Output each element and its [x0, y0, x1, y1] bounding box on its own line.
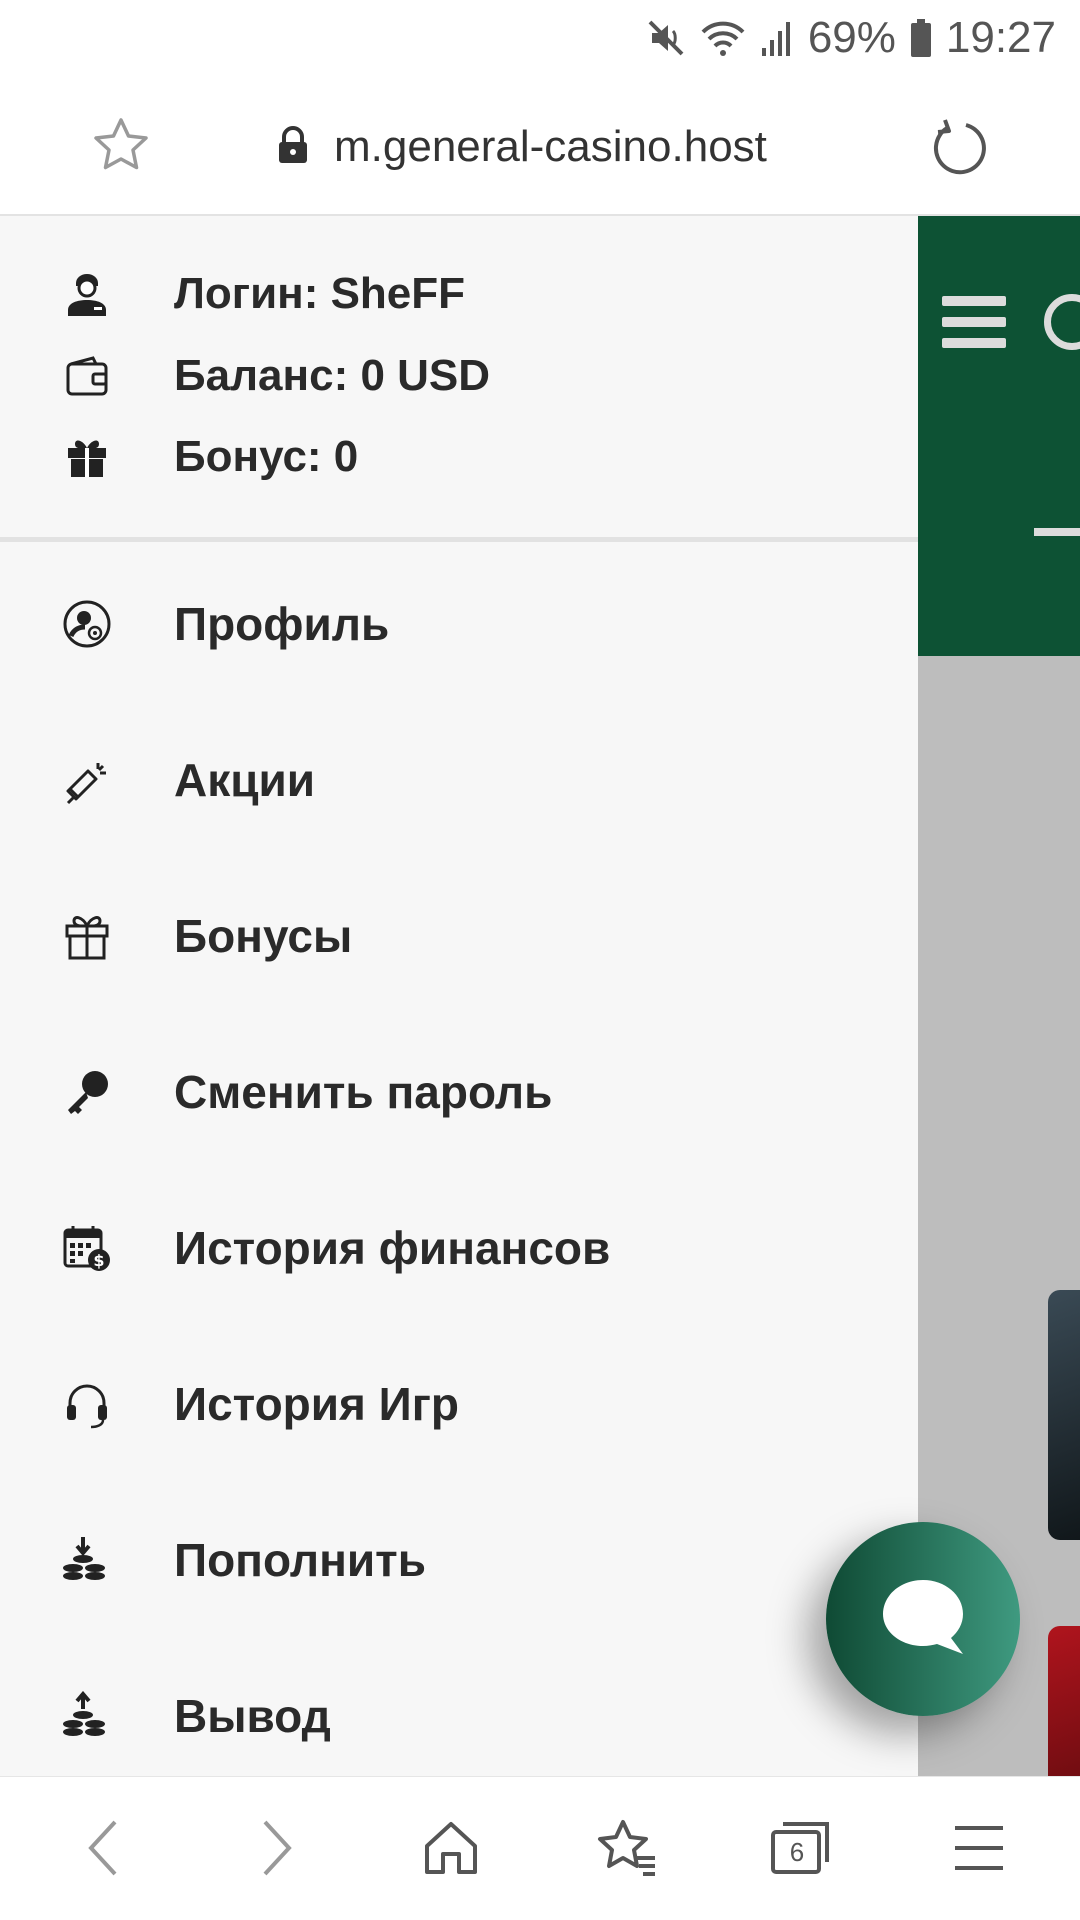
menu-label: История финансов: [174, 1222, 611, 1274]
clock: 19:27: [945, 13, 1056, 62]
side-drawer: Логин: SheFF Баланс: 0 USD Бонус: 0 Проф…: [0, 216, 918, 1776]
account-summary: Логин: SheFF Баланс: 0 USD Бонус: 0: [0, 216, 918, 542]
game-thumbnail[interactable]: [1048, 1290, 1080, 1540]
search-icon[interactable]: [1044, 294, 1080, 350]
tabs-count: 6: [789, 1837, 805, 1867]
reload-icon[interactable]: [930, 116, 990, 176]
star-icon[interactable]: [92, 116, 150, 174]
mute-icon: [646, 18, 686, 58]
user-icon: [62, 269, 112, 319]
menu-label: Акции: [174, 754, 316, 806]
balance-label: Баланс: 0 USD: [174, 351, 491, 400]
menu-icon[interactable]: [944, 1813, 1014, 1883]
bookmarks-icon[interactable]: [592, 1813, 662, 1883]
hamburger-icon[interactable]: [942, 296, 1006, 348]
menu-label: История Игр: [174, 1378, 459, 1430]
wallet-icon: [62, 351, 112, 401]
login-label: Логин: SheFF: [174, 269, 466, 318]
chat-bubble-icon: [878, 1574, 968, 1665]
menu-item-deposit[interactable]: Пополнить: [0, 1482, 918, 1638]
back-icon[interactable]: [68, 1813, 138, 1883]
menu-label: Пополнить: [174, 1534, 426, 1586]
svg-text:$: $: [93, 1251, 104, 1270]
menu-item-change-password[interactable]: Сменить пароль: [0, 1014, 918, 1170]
menu-label: Вывод: [174, 1690, 331, 1742]
megaphone-icon: [60, 753, 114, 807]
gift-icon: [62, 432, 112, 482]
menu-item-finance-history[interactable]: $ История финансов: [0, 1170, 918, 1326]
profile-icon: [60, 597, 114, 651]
gift-icon: [60, 909, 114, 963]
address-bar: m.general-casino.host: [0, 76, 1080, 216]
key-icon: [60, 1065, 114, 1119]
lock-icon: [276, 125, 310, 170]
menu-label: Профиль: [174, 598, 390, 650]
bonus-label: Бонус: 0: [174, 432, 359, 481]
tabs-icon[interactable]: 6: [766, 1813, 836, 1883]
site-header: [918, 216, 1080, 656]
menu-item-game-history[interactable]: История Игр: [0, 1326, 918, 1482]
browser-bottom-nav: 6: [0, 1776, 1080, 1920]
wifi-icon: [700, 18, 746, 58]
menu-item-profile[interactable]: Профиль: [0, 546, 918, 702]
deposit-coins-icon: [60, 1533, 114, 1587]
menu-label: Бонусы: [174, 910, 353, 962]
game-thumbnail[interactable]: [1048, 1626, 1080, 1776]
calendar-money-icon: $: [60, 1221, 114, 1275]
menu-item-bonuses[interactable]: Бонусы: [0, 858, 918, 1014]
status-bar: 69% 19:27: [0, 0, 1080, 76]
withdraw-coins-icon: [60, 1689, 114, 1743]
battery-icon: [910, 18, 932, 58]
menu-item-promotions[interactable]: Акции: [0, 702, 918, 858]
home-icon[interactable]: [416, 1813, 486, 1883]
menu-item-withdraw[interactable]: Вывод: [0, 1638, 918, 1776]
signal-icon: [760, 18, 794, 58]
url-text: m.general-casino.host: [334, 122, 767, 171]
forward-icon[interactable]: [242, 1813, 312, 1883]
battery-percent: 69%: [807, 13, 896, 62]
headset-icon: [60, 1377, 114, 1431]
menu-label: Сменить пароль: [174, 1066, 553, 1118]
chat-button[interactable]: [826, 1522, 1020, 1716]
header-divider: [1034, 528, 1080, 536]
url-field[interactable]: m.general-casino.host: [276, 112, 767, 182]
